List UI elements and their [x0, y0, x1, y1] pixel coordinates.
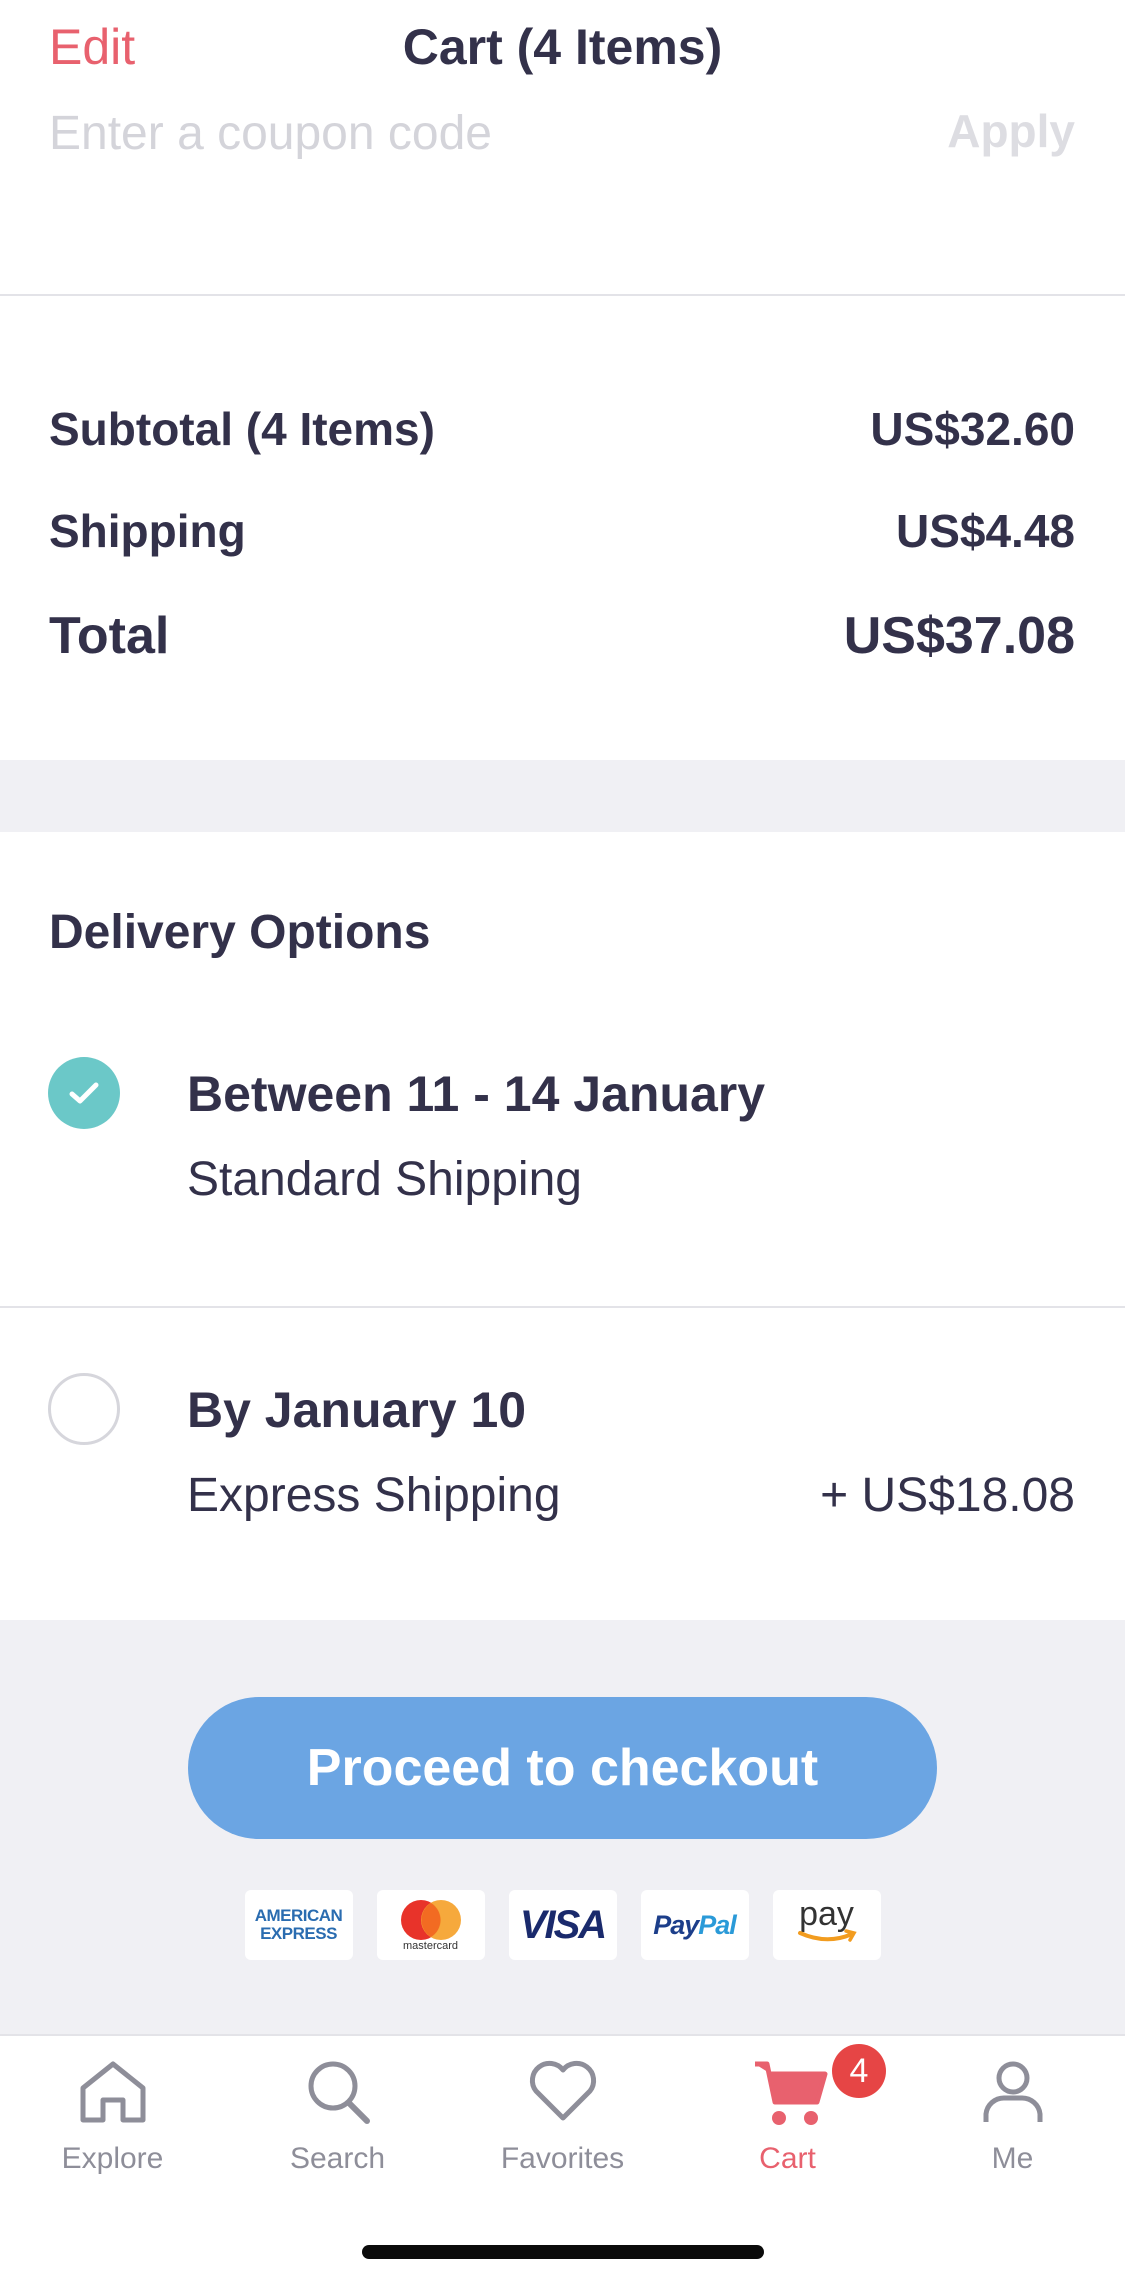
- proceed-to-checkout-button[interactable]: Proceed to checkout: [188, 1697, 937, 1839]
- apply-coupon-button[interactable]: Apply: [947, 104, 1075, 158]
- mastercard-logo: mastercard: [376, 1890, 485, 1960]
- subtotal-value: US$32.60: [870, 403, 1075, 455]
- search-icon: [308, 2061, 370, 2124]
- american-express-logo: AMERICAN EXPRESS: [244, 1890, 353, 1960]
- coupon-input[interactable]: [49, 98, 829, 168]
- express-shipping-price: + US$18.08: [820, 1469, 1075, 1522]
- tab-explore[interactable]: Explore: [0, 2036, 225, 2196]
- standard-shipping-method[interactable]: Standard Shipping: [187, 1152, 582, 1207]
- shipping-value: US$4.48: [895, 505, 1075, 557]
- subtotal-label: Subtotal (4 Items): [49, 403, 435, 455]
- home-icon: [80, 2061, 146, 2123]
- paypal-logo: PayPal: [640, 1890, 749, 1960]
- amazon-pay-logo: pay: [772, 1890, 881, 1960]
- payment-methods: AMERICAN EXPRESS mastercard VISA PayPal …: [0, 1890, 1125, 1960]
- delivery-options-title: Delivery Options: [49, 906, 431, 959]
- visa-logo: VISA: [508, 1890, 617, 1960]
- section-separator: [0, 760, 1125, 832]
- total-label: Total: [49, 607, 170, 665]
- divider: [0, 294, 1125, 296]
- standard-shipping-radio[interactable]: [48, 1057, 120, 1129]
- express-shipping-method[interactable]: Express Shipping: [187, 1468, 561, 1523]
- shipping-label: Shipping: [49, 505, 246, 557]
- tab-favorites[interactable]: Favorites: [450, 2036, 675, 2196]
- cart-badge: 4: [832, 2044, 886, 2098]
- cart-icon: [755, 2061, 828, 2125]
- tab-me[interactable]: Me: [900, 2036, 1125, 2196]
- person-icon: [983, 2061, 1043, 2122]
- standard-shipping-date[interactable]: Between 11 - 14 January: [187, 1065, 765, 1123]
- divider: [0, 1306, 1125, 1308]
- express-shipping-date[interactable]: By January 10: [187, 1381, 526, 1439]
- home-indicator: [362, 2245, 764, 2259]
- page-title: Cart (4 Items): [402, 19, 723, 75]
- mastercard-circles-icon: [400, 1900, 461, 1940]
- amazon-smile-icon: [797, 1929, 857, 1942]
- heart-icon: [529, 2060, 597, 2121]
- checkmark-icon: [69, 1082, 99, 1104]
- express-shipping-radio[interactable]: [48, 1373, 120, 1445]
- tab-search[interactable]: Search: [225, 2036, 450, 2196]
- total-value: US$37.08: [843, 607, 1075, 665]
